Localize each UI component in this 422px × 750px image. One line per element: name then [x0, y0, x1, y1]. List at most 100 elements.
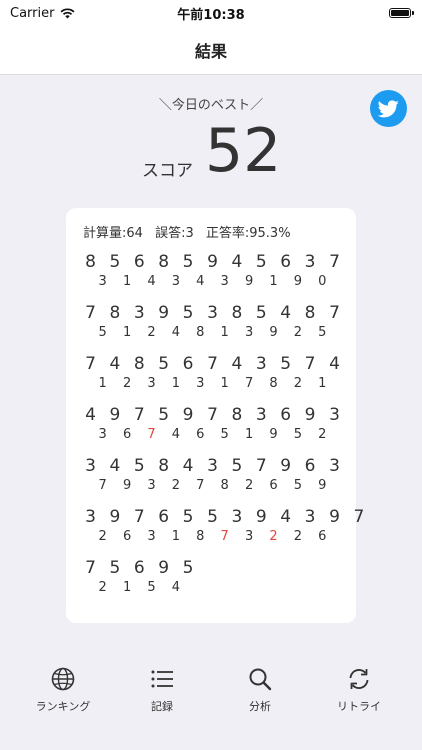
- page-title: 結果: [194, 42, 227, 61]
- answer-digit: 5: [98, 325, 107, 340]
- answer-digit: 1: [171, 529, 181, 544]
- problem-digit: 3: [329, 456, 340, 476]
- problem-digit: 3: [304, 252, 316, 272]
- problem-digit: 4: [329, 354, 340, 374]
- calc-row: 783953854875124813925: [82, 303, 352, 354]
- answer-digit: 6: [196, 427, 205, 442]
- problem-digit: 8: [231, 303, 243, 323]
- answer-digit: 7: [244, 376, 254, 391]
- answer-digit: 1: [220, 376, 229, 391]
- calc-count: 計算量:64: [83, 226, 143, 241]
- answer-digit: 6: [318, 529, 327, 544]
- answer-digit: 2: [98, 529, 107, 544]
- answer-digit: 3: [196, 376, 205, 391]
- problem-digit: 5: [133, 456, 145, 476]
- problem-digit: 5: [158, 354, 170, 374]
- tab-analysis-label: 分析: [249, 700, 271, 713]
- problem-digit: 6: [182, 354, 194, 374]
- tab-records[interactable]: 記録: [109, 666, 215, 714]
- tab-analysis[interactable]: 分析: [207, 666, 313, 714]
- problem-digit: 3: [255, 405, 267, 425]
- answer-digit: 8: [220, 478, 229, 493]
- answer-digit: 3: [147, 478, 156, 493]
- problem-digit: 5: [109, 252, 121, 272]
- answer-digit-wrong: 7: [147, 427, 156, 442]
- problem-digit: 4: [231, 354, 243, 374]
- answer-digit: 6: [122, 529, 132, 544]
- problem-digit: 7: [85, 558, 96, 578]
- answer-digit: 1: [171, 376, 181, 391]
- problem-digit: 7: [353, 507, 365, 527]
- problem-digit: 8: [85, 252, 96, 272]
- answer-digit: 4: [171, 427, 181, 442]
- score-label: スコア: [142, 161, 193, 181]
- answer-digit: 3: [171, 274, 181, 289]
- answer-digit: 8: [269, 376, 278, 391]
- problem-digit: 9: [255, 507, 267, 527]
- tab-ranking[interactable]: ランキング: [10, 666, 116, 714]
- answer-digit: 1: [122, 274, 132, 289]
- answer-digit: 4: [196, 274, 205, 289]
- problem-digit: 9: [109, 507, 121, 527]
- problem-digit: 4: [280, 507, 292, 527]
- problem-digit: 9: [109, 405, 121, 425]
- answer-digit: 2: [293, 529, 303, 544]
- problem-digit: 7: [85, 303, 96, 323]
- tab-retry[interactable]: リトライ: [306, 666, 412, 714]
- problem-digit: 9: [329, 507, 340, 527]
- problem-digit: 8: [158, 456, 170, 476]
- answer-digit: 2: [293, 376, 303, 391]
- answer-digit: 5: [147, 580, 156, 595]
- stats-line: 計算量:64 誤答:3 正答率:95.3%: [83, 222, 291, 241]
- answer-digit: 1: [244, 427, 254, 442]
- answer-digit: 7: [196, 478, 205, 493]
- problem-digit: 6: [280, 405, 292, 425]
- answer-digit: 4: [147, 274, 156, 289]
- problem-digit: 7: [304, 354, 316, 374]
- answer-digit: 1: [269, 274, 278, 289]
- problem-digit: 5: [207, 507, 218, 527]
- problem-digit: 9: [207, 252, 218, 272]
- problem-digit: 5: [182, 507, 194, 527]
- answer-digit: 3: [147, 529, 156, 544]
- globe-icon: [51, 667, 75, 691]
- problem-digit: 7: [133, 405, 145, 425]
- problem-digit: 7: [255, 456, 267, 476]
- problem-digit: 6: [158, 507, 170, 527]
- answer-digit: 2: [293, 325, 303, 340]
- answer-digit: 3: [147, 376, 156, 391]
- error-count: 誤答:3: [155, 226, 194, 241]
- problem-digit: 4: [85, 405, 96, 425]
- problem-digit: 4: [109, 354, 121, 374]
- problem-digit: 7: [329, 252, 340, 272]
- answer-digit: 9: [122, 478, 132, 493]
- problem-digit: 9: [280, 456, 292, 476]
- problem-digit: 7: [133, 507, 145, 527]
- problem-digit: 6: [280, 252, 292, 272]
- problem-digit: 4: [280, 303, 292, 323]
- problem-digit: 3: [231, 507, 243, 527]
- answer-digit: 4: [171, 580, 181, 595]
- answer-digit: 1: [122, 580, 132, 595]
- problem-digit: 9: [304, 405, 316, 425]
- answer-digit: 9: [269, 325, 278, 340]
- answer-digit: 1: [220, 325, 229, 340]
- answer-digit-wrong: 7: [220, 529, 229, 544]
- problem-digit: 4: [109, 456, 121, 476]
- problem-digit: 5: [255, 252, 267, 272]
- answer-digit: 5: [293, 478, 303, 493]
- answer-digit: 7: [98, 478, 107, 493]
- todays-best-label: ＼今日のベスト／: [158, 98, 264, 113]
- list-icon: [151, 670, 173, 688]
- calc-row: 756952154: [82, 558, 352, 609]
- problem-digit: 8: [304, 303, 316, 323]
- status-time: 午前10:38: [177, 7, 245, 23]
- answer-digit: 6: [122, 427, 132, 442]
- problem-digit: 8: [231, 405, 243, 425]
- problem-digit: 3: [133, 303, 145, 323]
- answer-digit: 9: [293, 274, 303, 289]
- answer-digit: 9: [318, 478, 327, 493]
- problem-digit: 9: [158, 303, 170, 323]
- accuracy-rate: 正答率:95.3%: [205, 226, 291, 241]
- answer-digit: 1: [318, 376, 327, 391]
